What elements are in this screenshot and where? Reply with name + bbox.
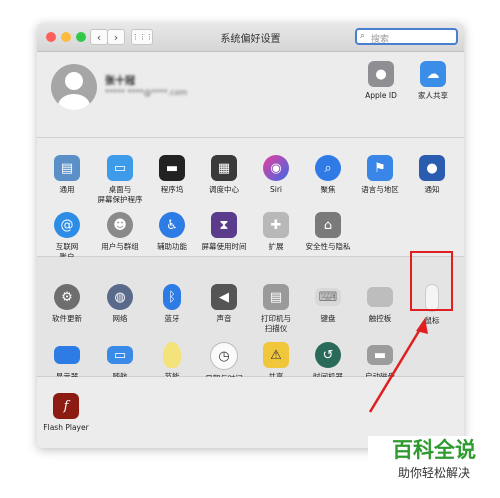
watermark-subtitle: 助你轻松解决 xyxy=(397,466,470,480)
annotation-arrow xyxy=(368,318,428,413)
watermark-title: 百科全说 xyxy=(368,436,500,464)
